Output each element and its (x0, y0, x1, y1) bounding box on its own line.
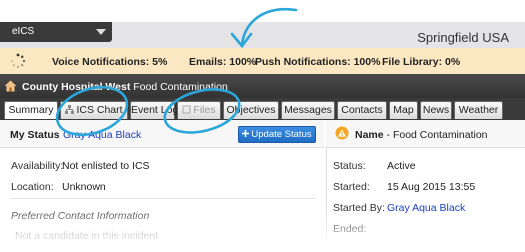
divider (10, 198, 316, 199)
started-by-link[interactable]: Gray Aqua Black (387, 202, 465, 214)
organization-name: Springfield USA (417, 30, 509, 45)
my-status-title: My Status (10, 129, 60, 141)
location-label: Location: (11, 181, 54, 193)
emails-status: Emails: 100% (189, 56, 257, 68)
tab-ics-chart-label: ICS Chart (76, 104, 123, 116)
started-label: Started: (333, 181, 370, 193)
file-library-status: File Library: 0% (382, 56, 461, 68)
location-value: Unknown (62, 181, 106, 193)
tab-map[interactable]: Map (389, 101, 418, 119)
my-status-user-link[interactable]: Gray Aqua Black (63, 129, 141, 141)
availability-value: Not enlisted to ICS (62, 160, 150, 172)
app-menu-label: eICS (12, 26, 35, 37)
tab-messages[interactable]: Messages (281, 101, 335, 119)
tab-contacts[interactable]: Contacts (337, 101, 387, 119)
tab-files[interactable]: Files (177, 101, 221, 119)
event-name-label: Name (355, 129, 384, 141)
incident-title: County Hospital West Food Contamination (22, 81, 228, 93)
push-notifications-status: Push Notifications: 100% (255, 56, 381, 68)
status-value: Active (387, 160, 416, 172)
started-value: 15 Aug 2015 13:55 (387, 181, 476, 193)
warning-icon (335, 126, 349, 140)
chevron-down-icon (96, 29, 106, 35)
plus-icon (242, 130, 250, 137)
update-status-button[interactable]: Update Status (238, 126, 316, 143)
ended-label: Ended: (333, 223, 367, 235)
tab-event-log[interactable]: Event Log (130, 101, 178, 119)
update-status-label: Update Status (251, 129, 312, 140)
tab-ics-chart[interactable]: ICS Chart (60, 101, 128, 119)
tab-files-label: Files (193, 104, 216, 116)
contact-note: Not a candidate in this incident (15, 230, 159, 242)
app-menu-dropdown[interactable]: eICS (0, 22, 112, 42)
files-icon (182, 105, 191, 114)
tab-objectives[interactable]: Objectives (223, 101, 279, 119)
availability-label: Availability: (11, 160, 64, 172)
org-chart-icon (65, 105, 75, 114)
started-by-label: Started By: (333, 202, 385, 214)
hospital-name: County Hospital West (22, 81, 131, 93)
tab-summary[interactable]: Summary (4, 101, 58, 119)
home-icon[interactable] (4, 80, 17, 92)
voice-notifications-status: Voice Notifications: 5% (52, 56, 168, 68)
preferred-contact-heading: Preferred Contact Information (11, 210, 150, 222)
status-label: Status: (333, 160, 366, 172)
incident-name: Food Contamination (133, 81, 228, 93)
tab-weather[interactable]: Weather (454, 101, 503, 119)
event-name-value: - Food Contamination (386, 129, 488, 141)
tab-news[interactable]: News (420, 101, 452, 119)
event-name: Name - Food Contamination (355, 129, 488, 141)
loading-spinner-icon (11, 53, 26, 68)
